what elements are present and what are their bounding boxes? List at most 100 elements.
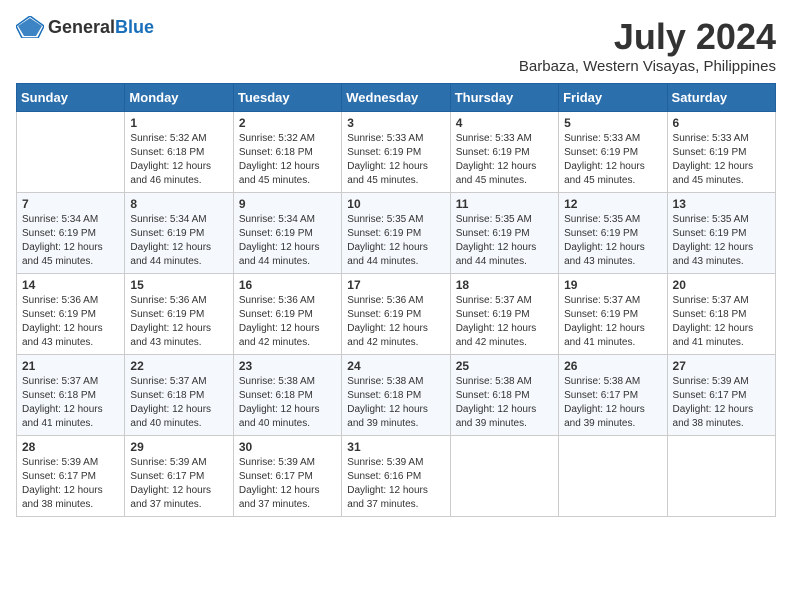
day-number: 13 xyxy=(673,197,770,211)
day-info: Sunrise: 5:33 AM Sunset: 6:19 PM Dayligh… xyxy=(456,132,553,188)
logo-icon xyxy=(16,16,44,38)
calendar-cell: 4 Sunrise: 5:33 AM Sunset: 6:19 PM Daylig… xyxy=(450,112,558,193)
logo-blue: Blue xyxy=(115,17,154,37)
day-info: Sunrise: 5:35 AM Sunset: 6:19 PM Dayligh… xyxy=(673,213,770,269)
weekday-header-friday: Friday xyxy=(559,84,667,112)
calendar-cell: 27Sunrise: 5:39 AM Sunset: 6:17 PM Dayli… xyxy=(667,355,775,436)
day-number: 18 xyxy=(456,278,553,292)
calendar-cell: 9 Sunrise: 5:34 AM Sunset: 6:19 PM Daylig… xyxy=(233,193,341,274)
day-info: Sunrise: 5:39 AM Sunset: 6:17 PM Dayligh… xyxy=(22,456,119,512)
day-info: Sunrise: 5:36 AM Sunset: 6:19 PM Dayligh… xyxy=(22,294,119,350)
calendar-cell: 10 Sunrise: 5:35 AM Sunset: 6:19 PM Dayli… xyxy=(342,193,450,274)
calendar-table: SundayMondayTuesdayWednesdayThursdayFrid… xyxy=(16,83,776,517)
day-info: Sunrise: 5:38 AM Sunset: 6:17 PM Dayligh… xyxy=(564,375,661,431)
day-info: Sunrise: 5:35 AM Sunset: 6:19 PM Dayligh… xyxy=(456,213,553,269)
calendar-cell: 21 Sunrise: 5:37 AM Sunset: 6:18 PM Dayli… xyxy=(17,355,125,436)
day-number: 10 xyxy=(347,197,444,211)
day-number: 30 xyxy=(239,440,336,454)
calendar-cell: 8Sunrise: 5:34 AM Sunset: 6:19 PM Daylig… xyxy=(125,193,233,274)
day-number: 6 xyxy=(673,116,770,130)
calendar-cell: 23 Sunrise: 5:38 AM Sunset: 6:18 PM Dayli… xyxy=(233,355,341,436)
day-info: Sunrise: 5:34 AM Sunset: 6:19 PM Dayligh… xyxy=(22,213,119,269)
calendar-cell: 12 Sunrise: 5:35 AM Sunset: 6:19 PM Dayli… xyxy=(559,193,667,274)
day-info: Sunrise: 5:35 AM Sunset: 6:19 PM Dayligh… xyxy=(347,213,444,269)
day-number: 5 xyxy=(564,116,661,130)
day-info: Sunrise: 5:39 AM Sunset: 6:16 PM Dayligh… xyxy=(347,456,444,512)
calendar-cell: 22 Sunrise: 5:37 AM Sunset: 6:18 PM Dayli… xyxy=(125,355,233,436)
day-info: Sunrise: 5:32 AM Sunset: 6:18 PM Dayligh… xyxy=(130,132,227,188)
calendar-cell: 24 Sunrise: 5:38 AM Sunset: 6:18 PM Dayli… xyxy=(342,355,450,436)
day-info: Sunrise: 5:37 AM Sunset: 6:18 PM Dayligh… xyxy=(22,375,119,431)
weekday-header-row: SundayMondayTuesdayWednesdayThursdayFrid… xyxy=(17,84,776,112)
week-row-2: 7 Sunrise: 5:34 AM Sunset: 6:19 PM Daylig… xyxy=(17,193,776,274)
day-info: Sunrise: 5:34 AM Sunset: 6:19 PM Dayligh… xyxy=(239,213,336,269)
day-number: 31 xyxy=(347,440,444,454)
day-info: Sunrise: 5:38 AM Sunset: 6:18 PM Dayligh… xyxy=(456,375,553,431)
day-number: 2 xyxy=(239,116,336,130)
day-info: Sunrise: 5:33 AM Sunset: 6:19 PM Dayligh… xyxy=(564,132,661,188)
calendar-cell: 28 Sunrise: 5:39 AM Sunset: 6:17 PM Dayli… xyxy=(17,436,125,517)
day-number: 9 xyxy=(239,197,336,211)
day-info: Sunrise: 5:39 AM Sunset: 6:17 PM Dayligh… xyxy=(130,456,227,512)
calendar-cell: 18Sunrise: 5:37 AM Sunset: 6:19 PM Dayli… xyxy=(450,274,558,355)
day-number: 28 xyxy=(22,440,119,454)
day-number: 17 xyxy=(347,278,444,292)
calendar-cell: 1 Sunrise: 5:32 AM Sunset: 6:18 PM Daylig… xyxy=(125,112,233,193)
logo: GeneralBlue xyxy=(16,16,154,38)
calendar-cell: 2Sunrise: 5:32 AM Sunset: 6:18 PM Daylig… xyxy=(233,112,341,193)
calendar-cell: 11 Sunrise: 5:35 AM Sunset: 6:19 PM Dayli… xyxy=(450,193,558,274)
logo-general: General xyxy=(48,17,115,37)
calendar-cell: 14 Sunrise: 5:36 AM Sunset: 6:19 PM Dayli… xyxy=(17,274,125,355)
day-number: 7 xyxy=(22,197,119,211)
weekday-header-sunday: Sunday xyxy=(17,84,125,112)
calendar-cell: 7 Sunrise: 5:34 AM Sunset: 6:19 PM Daylig… xyxy=(17,193,125,274)
day-number: 16 xyxy=(239,278,336,292)
calendar-cell: 19Sunrise: 5:37 AM Sunset: 6:19 PM Dayli… xyxy=(559,274,667,355)
calendar-cell: 29 Sunrise: 5:39 AM Sunset: 6:17 PM Dayli… xyxy=(125,436,233,517)
day-number: 8 xyxy=(130,197,227,211)
month-year-title: July 2024 xyxy=(519,16,776,58)
day-number: 23 xyxy=(239,359,336,373)
calendar-cell xyxy=(450,436,558,517)
calendar-cell: 13 Sunrise: 5:35 AM Sunset: 6:19 PM Dayli… xyxy=(667,193,775,274)
day-number: 19 xyxy=(564,278,661,292)
calendar-cell: 26Sunrise: 5:38 AM Sunset: 6:17 PM Dayli… xyxy=(559,355,667,436)
day-info: Sunrise: 5:36 AM Sunset: 6:19 PM Dayligh… xyxy=(347,294,444,350)
day-info: Sunrise: 5:38 AM Sunset: 6:18 PM Dayligh… xyxy=(347,375,444,431)
calendar-cell xyxy=(667,436,775,517)
calendar-cell: 17 Sunrise: 5:36 AM Sunset: 6:19 PM Dayli… xyxy=(342,274,450,355)
calendar-cell xyxy=(17,112,125,193)
day-number: 14 xyxy=(22,278,119,292)
calendar-cell: 25 Sunrise: 5:38 AM Sunset: 6:18 PM Dayli… xyxy=(450,355,558,436)
weekday-header-tuesday: Tuesday xyxy=(233,84,341,112)
calendar-cell: 3Sunrise: 5:33 AM Sunset: 6:19 PM Daylig… xyxy=(342,112,450,193)
day-number: 1 xyxy=(130,116,227,130)
day-info: Sunrise: 5:37 AM Sunset: 6:18 PM Dayligh… xyxy=(130,375,227,431)
calendar-cell: 6 Sunrise: 5:33 AM Sunset: 6:19 PM Daylig… xyxy=(667,112,775,193)
weekday-header-monday: Monday xyxy=(125,84,233,112)
header: GeneralBlue July 2024 Barbaza, Western V… xyxy=(16,16,776,75)
calendar-cell: 15Sunrise: 5:36 AM Sunset: 6:19 PM Dayli… xyxy=(125,274,233,355)
day-info: Sunrise: 5:33 AM Sunset: 6:19 PM Dayligh… xyxy=(673,132,770,188)
day-number: 22 xyxy=(130,359,227,373)
week-row-5: 28 Sunrise: 5:39 AM Sunset: 6:17 PM Dayli… xyxy=(17,436,776,517)
calendar-cell xyxy=(559,436,667,517)
day-number: 4 xyxy=(456,116,553,130)
day-number: 24 xyxy=(347,359,444,373)
day-number: 12 xyxy=(564,197,661,211)
calendar-cell: 5 Sunrise: 5:33 AM Sunset: 6:19 PM Daylig… xyxy=(559,112,667,193)
day-info: Sunrise: 5:36 AM Sunset: 6:19 PM Dayligh… xyxy=(239,294,336,350)
day-number: 29 xyxy=(130,440,227,454)
calendar-cell: 16 Sunrise: 5:36 AM Sunset: 6:19 PM Dayli… xyxy=(233,274,341,355)
day-info: Sunrise: 5:35 AM Sunset: 6:19 PM Dayligh… xyxy=(564,213,661,269)
day-info: Sunrise: 5:38 AM Sunset: 6:18 PM Dayligh… xyxy=(239,375,336,431)
calendar-cell: 20Sunrise: 5:37 AM Sunset: 6:18 PM Dayli… xyxy=(667,274,775,355)
day-number: 25 xyxy=(456,359,553,373)
day-number: 11 xyxy=(456,197,553,211)
day-info: Sunrise: 5:39 AM Sunset: 6:17 PM Dayligh… xyxy=(673,375,770,431)
weekday-header-thursday: Thursday xyxy=(450,84,558,112)
week-row-1: 1 Sunrise: 5:32 AM Sunset: 6:18 PM Daylig… xyxy=(17,112,776,193)
day-info: Sunrise: 5:37 AM Sunset: 6:18 PM Dayligh… xyxy=(673,294,770,350)
day-number: 21 xyxy=(22,359,119,373)
day-number: 15 xyxy=(130,278,227,292)
